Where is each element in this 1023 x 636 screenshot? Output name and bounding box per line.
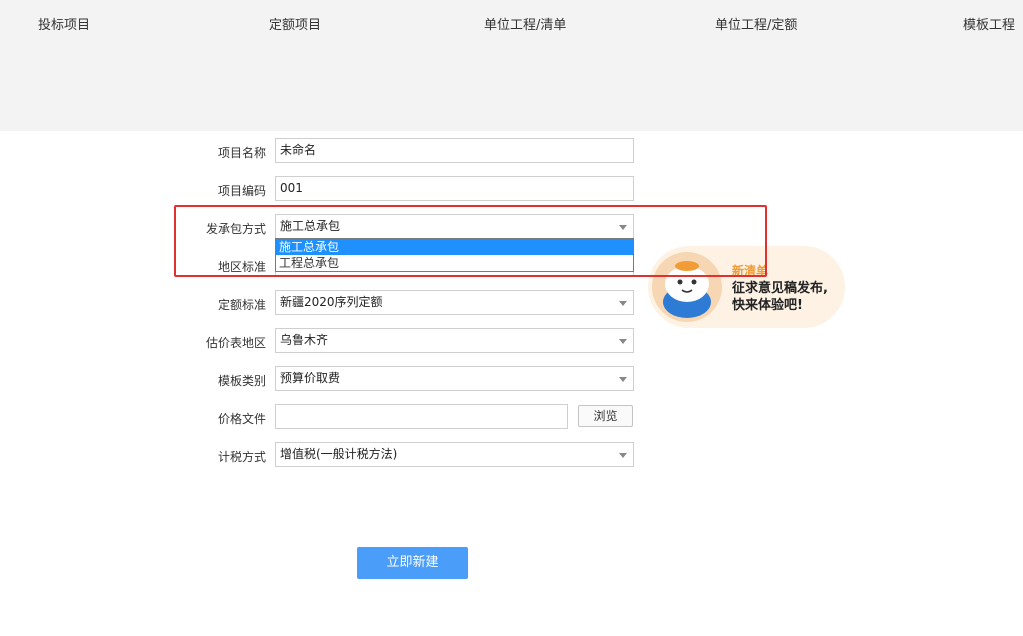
template-type-select[interactable]: 预算价取费 — [275, 366, 634, 391]
chevron-down-icon — [619, 339, 627, 344]
project-name-label: 项目名称 — [217, 146, 266, 160]
tax-method-label: 计税方式 — [217, 450, 266, 464]
contract-mode-value: 施工总承包 — [280, 219, 341, 233]
chevron-down-icon — [619, 301, 627, 306]
price-region-select[interactable]: 乌鲁木齐 — [275, 328, 634, 353]
template-type-value: 预算价取费 — [280, 371, 341, 385]
price-region-value: 乌鲁木齐 — [280, 333, 329, 347]
promo-title: 新清单 — [732, 264, 769, 278]
browse-button[interactable]: 浏览 — [578, 405, 633, 427]
price-region-label: 估价表地区 — [205, 336, 266, 350]
promo-text: 征求意见稿发布, 快来体验吧! — [732, 280, 842, 314]
region-standard-label: 地区标准 — [217, 260, 266, 274]
quota-standard-select[interactable]: 新疆2020序列定额 — [275, 290, 634, 315]
chevron-down-icon — [619, 377, 627, 382]
contract-mode-label: 发承包方式 — [205, 222, 266, 236]
project-name-value: 未命名 — [280, 143, 317, 157]
project-code-input[interactable]: 001 — [275, 176, 634, 201]
price-file-input[interactable] — [275, 404, 568, 429]
promo-line-2: 快来体验吧! — [732, 298, 803, 313]
tab-quota-project[interactable]: 定额项目 — [269, 14, 321, 33]
chevron-down-icon — [619, 453, 627, 458]
project-name-input[interactable]: 未命名 — [275, 138, 634, 163]
promo-line-1: 征求意见稿发布, — [732, 281, 828, 296]
tab-template-project[interactable]: 模板工程 — [963, 14, 1015, 33]
create-now-button[interactable]: 立即新建 — [357, 547, 468, 579]
tab-bid-project[interactable]: 投标项目 — [38, 14, 90, 33]
mascot-icon — [652, 252, 722, 322]
tax-method-select[interactable]: 增值税(一般计税方法) — [275, 442, 634, 467]
template-type-label: 模板类别 — [217, 374, 266, 388]
new-bill-promo-banner[interactable]: 新清单 征求意见稿发布, 快来体验吧! — [648, 246, 845, 328]
chevron-down-icon — [619, 225, 627, 230]
tax-method-value: 增值税(一般计税方法) — [280, 447, 398, 461]
tab-unit-project-quota[interactable]: 单位工程/定额 — [715, 14, 797, 33]
quota-standard-label: 定额标准 — [217, 298, 266, 312]
dropdown-option[interactable]: 工程总承包 — [276, 255, 633, 271]
tab-unit-project-bill[interactable]: 单位工程/清单 — [484, 14, 566, 33]
quota-standard-value: 新疆2020序列定额 — [280, 295, 383, 309]
top-nav-bar: 投标项目 定额项目 单位工程/清单 单位工程/定额 模板工程 — [0, 0, 1023, 131]
dropdown-option[interactable]: 施工总承包 — [276, 239, 633, 255]
contract-mode-dropdown: 施工总承包 工程总承包 — [275, 238, 634, 272]
project-code-label: 项目编码 — [217, 184, 266, 198]
project-code-value: 001 — [280, 181, 303, 195]
price-file-label: 价格文件 — [217, 412, 266, 426]
contract-mode-select[interactable]: 施工总承包 — [275, 214, 634, 239]
